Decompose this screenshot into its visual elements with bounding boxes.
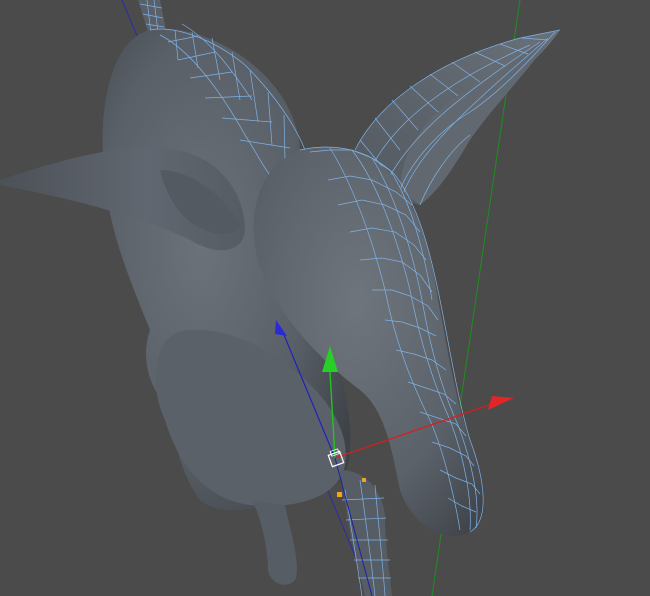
viewport-canvas[interactable] (0, 0, 650, 596)
selected-vertex-point[interactable] (337, 492, 342, 497)
selected-vertex-point[interactable] (362, 478, 366, 482)
3d-viewport[interactable] (0, 0, 650, 596)
